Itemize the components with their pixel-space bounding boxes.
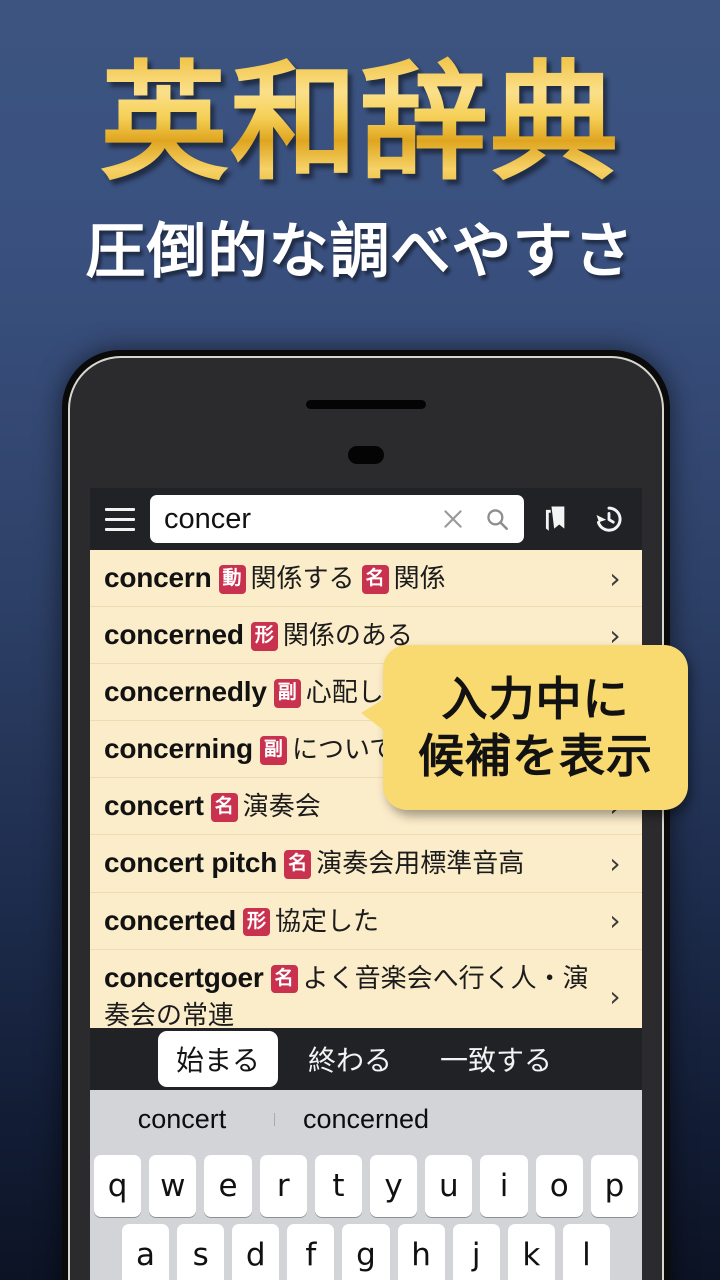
headword: concerned: [104, 619, 244, 651]
headword: concern: [104, 562, 212, 593]
page-subtitle: 圧倒的な調べやすさ: [85, 217, 635, 288]
table-row[interactable]: concerted 形協定した ›: [90, 893, 642, 950]
key-p[interactable]: p: [590, 1155, 639, 1217]
key-s[interactable]: s: [177, 1224, 225, 1280]
callout-line-2: 候補を表示: [418, 728, 653, 783]
gloss-text: 関係のある: [282, 621, 413, 652]
phone-bezel: concer concern 動 関係する 名 関係 › concerned 形…: [68, 356, 664, 1280]
result-entry: concertgoer 名よく音楽会へ行く人・演奏会の常連: [104, 950, 602, 1028]
search-icon[interactable]: [480, 502, 514, 536]
pos-badge: 副: [273, 679, 301, 708]
pos-badge: 名: [270, 964, 298, 994]
key-r[interactable]: r: [259, 1155, 307, 1217]
phone-mockup: concer concern 動 関係する 名 関係 › concerned 形…: [62, 350, 670, 1280]
keyboard-suggestion-bar: concert concerned: [90, 1090, 642, 1148]
app-store-screenshot: 英和辞典 圧倒的な調べやすさ concer concern 動 関係する 名 関…: [0, 0, 720, 1280]
tab-3[interactable]: 一致する: [422, 1031, 570, 1087]
front-camera: [348, 446, 384, 464]
headword: concertgoer: [104, 961, 264, 993]
gloss-text: について: [291, 735, 396, 766]
key-f[interactable]: f: [287, 1224, 335, 1280]
pos-badge: 名: [361, 565, 389, 594]
history-icon[interactable]: [586, 496, 632, 542]
result-entry: concerted 形協定した: [104, 893, 602, 949]
tab-1[interactable]: 始まる: [158, 1031, 279, 1087]
search-toolbar: concer: [90, 488, 642, 550]
chevron-right-icon: ›: [609, 904, 621, 938]
headword: concerted: [104, 904, 237, 936]
key-o[interactable]: o: [535, 1155, 583, 1217]
key-k[interactable]: k: [507, 1224, 555, 1280]
earpiece-speaker: [306, 400, 426, 409]
headword: concernedly: [104, 676, 267, 708]
headline-block: 英和辞典 圧倒的な調べやすさ: [0, 48, 720, 290]
hamburger-icon[interactable]: [98, 497, 142, 541]
keyboard-row-2: asdfghjkl: [90, 1224, 642, 1280]
pos-badge: 動: [218, 565, 246, 594]
software-keyboard: concert concerned qwertyuiop asdfghjkl: [90, 1090, 642, 1280]
key-u[interactable]: u: [425, 1155, 473, 1217]
close-icon[interactable]: [436, 502, 470, 536]
headword: concert pitch: [104, 847, 278, 879]
search-input[interactable]: concer: [150, 495, 524, 543]
headword: concert: [104, 790, 204, 822]
callout-line-1: 入力中に: [441, 672, 630, 727]
feature-callout-bubble: 入力中に 候補を表示: [361, 645, 688, 810]
key-q[interactable]: q: [93, 1155, 142, 1217]
gloss-text: 演奏会: [242, 792, 321, 823]
table-row[interactable]: concern 動関係する名関係 ›: [90, 550, 642, 608]
key-h[interactable]: h: [397, 1224, 445, 1280]
pos-badge: 形: [243, 907, 271, 937]
chevron-right-icon: ›: [609, 561, 621, 595]
key-g[interactable]: g: [342, 1224, 390, 1280]
match-mode-tabs: 始まる 終わる 一致する: [90, 1028, 642, 1090]
result-entry: concert pitch 名演奏会用標準音高: [104, 835, 602, 891]
pos-badge: 名: [210, 793, 238, 823]
page-title: 英和辞典: [99, 48, 620, 198]
gloss-text: 関係する: [250, 564, 355, 594]
bookmark-icon[interactable]: [532, 496, 578, 542]
keyboard-row-1: qwertyuiop: [90, 1155, 642, 1217]
result-entry: concern 動関係する名関係: [104, 550, 602, 606]
pos-badge: 名: [284, 850, 312, 880]
table-row[interactable]: concertgoer 名よく音楽会へ行く人・演奏会の常連 ›: [90, 950, 642, 1028]
keyboard-suggestion-1[interactable]: concert: [90, 1104, 274, 1135]
pos-badge: 形: [250, 622, 278, 651]
key-y[interactable]: y: [370, 1155, 418, 1217]
key-t[interactable]: t: [314, 1155, 362, 1217]
gloss-text: 関係: [393, 564, 446, 594]
key-l[interactable]: l: [562, 1224, 610, 1280]
key-d[interactable]: d: [232, 1224, 280, 1280]
key-i[interactable]: i: [480, 1155, 528, 1217]
key-j[interactable]: j: [452, 1224, 500, 1280]
headword: concerning: [104, 733, 253, 765]
key-w[interactable]: w: [149, 1155, 197, 1217]
search-input-value: concer: [164, 502, 252, 535]
chevron-right-icon: ›: [609, 979, 621, 1013]
key-a[interactable]: a: [122, 1224, 170, 1280]
chevron-right-icon: ›: [609, 847, 621, 881]
tab-2[interactable]: 終わる: [290, 1031, 410, 1087]
keyboard-suggestion-2[interactable]: concerned: [274, 1104, 458, 1135]
callout-tail: [361, 697, 387, 733]
key-e[interactable]: e: [204, 1155, 252, 1217]
pos-badge: 副: [259, 736, 287, 765]
table-row[interactable]: concert pitch 名演奏会用標準音高 ›: [90, 835, 642, 893]
gloss-text: 協定した: [275, 906, 380, 937]
app-screen: concer concern 動 関係する 名 関係 › concerned 形…: [90, 488, 642, 1280]
gloss-text: 演奏会用標準音高: [316, 849, 525, 880]
